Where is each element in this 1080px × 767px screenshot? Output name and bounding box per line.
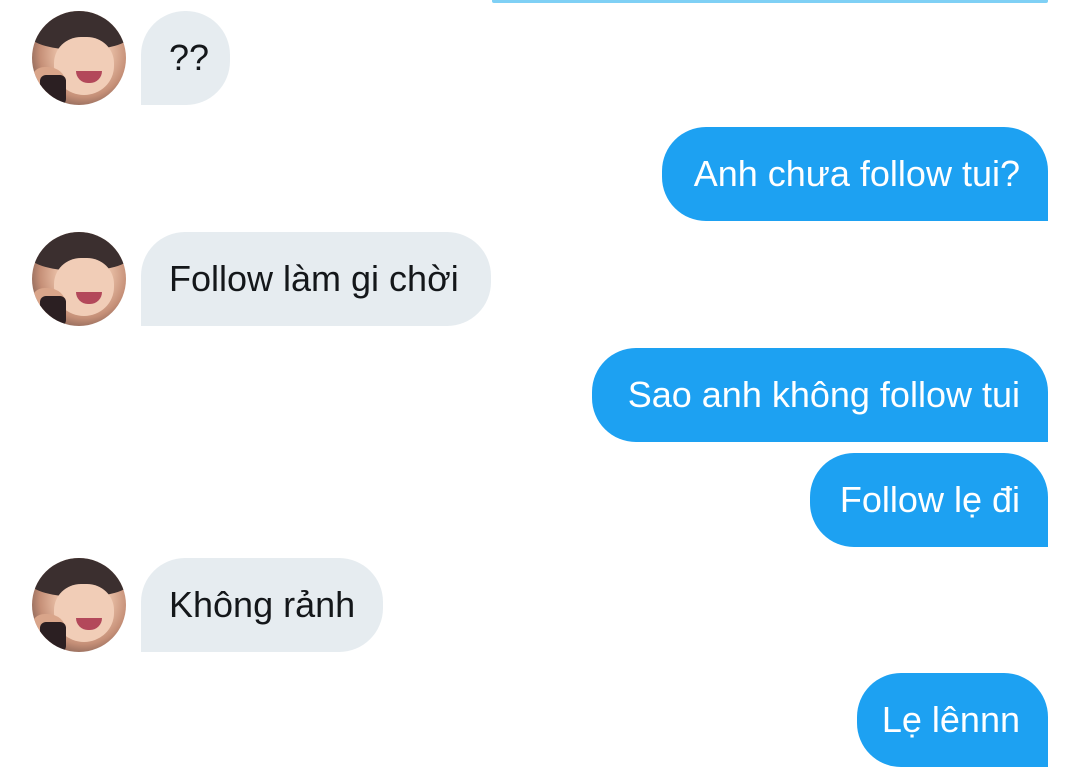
message-text: Không rảnh bbox=[169, 584, 356, 625]
incoming-message[interactable]: Không rảnh bbox=[141, 558, 383, 652]
outgoing-message[interactable]: Lẹ lênnn bbox=[857, 673, 1048, 767]
outgoing-message[interactable]: Anh chưa follow tui? bbox=[662, 127, 1048, 221]
message-text: Sao anh không follow tui bbox=[627, 374, 1020, 415]
incoming-message[interactable]: ?? bbox=[141, 11, 230, 105]
outgoing-message[interactable]: Follow lẹ đi bbox=[810, 453, 1048, 547]
message-text: Follow làm gi chời bbox=[169, 258, 459, 299]
avatar-microphone bbox=[40, 296, 66, 326]
outgoing-message[interactable]: Sao anh không follow tui bbox=[592, 348, 1048, 442]
avatar-microphone bbox=[40, 622, 66, 652]
message-text: Lẹ lênnn bbox=[881, 699, 1020, 740]
incoming-message[interactable]: Follow làm gi chời bbox=[141, 232, 491, 326]
avatar-microphone bbox=[40, 75, 66, 105]
previous-message-edge bbox=[492, 0, 1048, 3]
message-text: Follow lẹ đi bbox=[839, 479, 1020, 520]
sender-avatar[interactable] bbox=[32, 558, 126, 652]
message-text: ?? bbox=[169, 37, 210, 78]
conversation-thread: ?? Anh chưa follow tui? Follow làm gi ch… bbox=[0, 0, 1080, 767]
sender-avatar[interactable] bbox=[32, 11, 126, 105]
message-text: Anh chưa follow tui? bbox=[693, 153, 1020, 194]
sender-avatar[interactable] bbox=[32, 232, 126, 326]
